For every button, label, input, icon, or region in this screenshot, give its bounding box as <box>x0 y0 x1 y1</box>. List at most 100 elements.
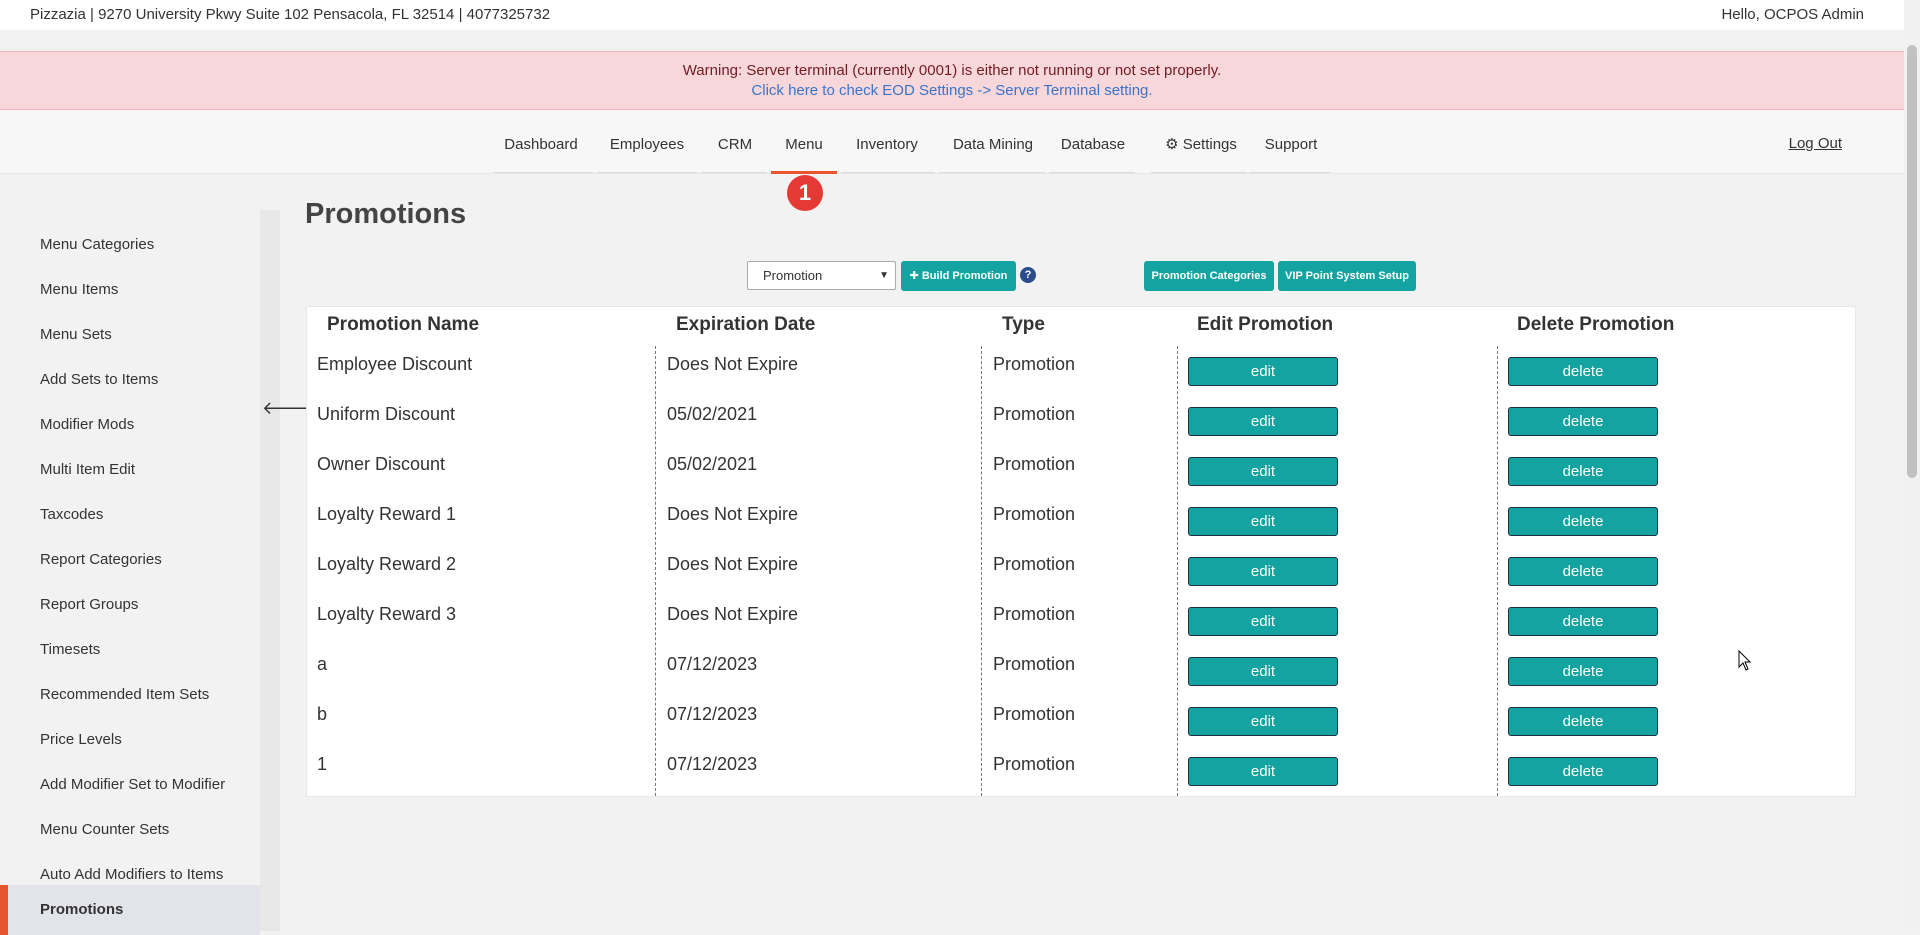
expiration-date-cell: 07/12/2023 <box>667 654 758 674</box>
expiration-date-cell: 05/02/2021 <box>667 454 758 474</box>
sidebar-item-menu-items[interactable]: Menu Items <box>0 270 260 310</box>
delete-promotion-button[interactable]: delete <box>1508 507 1658 536</box>
promotion-categories-button[interactable]: Promotion Categories <box>1144 261 1274 291</box>
nav-dashboard[interactable]: Dashboard <box>493 110 589 174</box>
arrow-left-icon[interactable]: 🡐 <box>262 398 310 419</box>
type-cell: Promotion <box>993 704 1076 724</box>
nav-employees[interactable]: Employees <box>601 110 693 174</box>
delete-promotion-button[interactable]: delete <box>1508 657 1658 686</box>
question-icon[interactable]: ? <box>1020 267 1036 283</box>
nav-inventory[interactable]: Inventory <box>845 110 929 174</box>
edit-promotion-button[interactable]: edit <box>1188 707 1338 736</box>
sidebar-item-menu-categories[interactable]: Menu Categories <box>0 225 260 265</box>
delete-promotion-button[interactable]: delete <box>1508 557 1658 586</box>
promotion-name-cell: b <box>317 704 328 724</box>
expiration-date-cell: 05/02/2021 <box>667 404 758 424</box>
page-title: Promotions <box>305 198 467 230</box>
server-warning-banner: Warning: Server terminal (currently 0001… <box>0 51 1904 110</box>
build-promotion-button[interactable]: ✚ Build Promotion <box>901 261 1016 291</box>
expiration-date-cell: Does Not Expire <box>667 554 799 574</box>
expiration-date-cell: 07/12/2023 <box>667 704 758 724</box>
edit-promotion-button[interactable]: edit <box>1188 757 1338 786</box>
delete-promotion-button[interactable]: delete <box>1508 707 1658 736</box>
sidebar-gutter <box>260 210 280 931</box>
edit-promotion-button[interactable]: edit <box>1188 357 1338 386</box>
type-cell: Promotion <box>993 754 1076 774</box>
promotion-type-select[interactable]: Promotion ▼ <box>747 261 896 290</box>
promotion-name-cell: Loyalty Reward 2 <box>317 554 457 574</box>
eod-settings-link[interactable]: Click here to check EOD Settings -> Serv… <box>0 82 1904 99</box>
sidebar-item-timesets[interactable]: Timesets <box>0 630 260 670</box>
promotion-name-cell: Employee Discount <box>317 354 473 374</box>
plus-icon: ✚ <box>909 270 919 282</box>
expiration-date-cell: Does Not Expire <box>667 604 799 624</box>
nav-menu[interactable]: Menu <box>771 110 837 174</box>
delete-promotion-button[interactable]: delete <box>1508 357 1658 386</box>
edit-promotion-button[interactable]: edit <box>1188 457 1338 486</box>
scroll-thumb[interactable] <box>1907 45 1917 478</box>
expiration-date-cell: Does Not Expire <box>667 504 799 524</box>
type-cell: Promotion <box>993 354 1076 374</box>
gear-icon: ⚙ <box>1165 136 1179 153</box>
top-bar: Pizzazia | 9270 University Pkwy Suite 10… <box>0 0 1904 30</box>
expiration-date-cell: Does Not Expire <box>667 354 799 374</box>
promotion-name-cell: Loyalty Reward 1 <box>317 504 457 524</box>
page-scrollbar[interactable] <box>1904 0 1920 931</box>
chevron-down-icon: ▼ <box>879 270 889 281</box>
edit-promotion-button[interactable]: edit <box>1188 557 1338 586</box>
header-edit-promotion: Edit Promotion <box>1197 314 1334 335</box>
type-cell: Promotion <box>993 404 1076 424</box>
user-greeting: Hello, OCPOS Admin <box>1721 6 1864 23</box>
promotion-name-cell: a <box>317 654 328 674</box>
nav-crm[interactable]: CRM <box>705 110 765 174</box>
sidebar-item-menu-sets[interactable]: Menu Sets <box>0 315 260 355</box>
nav-data-mining[interactable]: Data Mining <box>943 110 1043 174</box>
delete-promotion-button[interactable]: delete <box>1508 757 1658 786</box>
sidebar-item-add-sets-to-items[interactable]: Add Sets to Items <box>0 360 260 400</box>
column-divider <box>1177 346 1178 796</box>
nav-settings-label: Settings <box>1182 136 1237 153</box>
promotion-name-cell: Loyalty Reward 3 <box>317 604 457 624</box>
sidebar-item-price-levels[interactable]: Price Levels <box>0 720 260 760</box>
sidebar-item-report-categories[interactable]: Report Categories <box>0 540 260 580</box>
promotion-name-cell: 1 <box>317 754 328 774</box>
type-cell: Promotion <box>993 504 1076 524</box>
type-cell: Promotion <box>993 454 1076 474</box>
edit-promotion-button[interactable]: edit <box>1188 507 1338 536</box>
edit-promotion-button[interactable]: edit <box>1188 407 1338 436</box>
main-nav: Dashboard Employees CRM Menu Inventory D… <box>0 110 1904 174</box>
nav-database[interactable]: Database <box>1053 110 1133 174</box>
delete-promotion-button[interactable]: delete <box>1508 457 1658 486</box>
mouse-cursor-icon <box>1738 650 1752 671</box>
sidebar-item-report-groups[interactable]: Report Groups <box>0 585 260 625</box>
sidebar-item-add-modifier-set[interactable]: Add Modifier Set to Modifier <box>0 765 260 805</box>
edit-promotion-button[interactable]: edit <box>1188 657 1338 686</box>
build-promotion-label: Build Promotion <box>921 270 1008 282</box>
promotion-type-value: Promotion <box>763 268 823 283</box>
sidebar-item-multi-item-edit[interactable]: Multi Item Edit <box>0 450 260 490</box>
nav-settings[interactable]: ⚙ Settings <box>1155 110 1247 174</box>
header-promotion-name: Promotion Name <box>327 314 480 335</box>
delete-promotion-button[interactable]: delete <box>1508 407 1658 436</box>
column-divider <box>1497 346 1498 796</box>
sidebar-item-modifier-mods[interactable]: Modifier Mods <box>0 405 260 445</box>
edit-promotion-button[interactable]: edit <box>1188 607 1338 636</box>
type-cell: Promotion <box>993 554 1076 574</box>
sidebar-item-promotions[interactable]: Promotions <box>0 885 260 935</box>
promotion-name-cell: Owner Discount <box>317 454 446 474</box>
store-info: Pizzazia | 9270 University Pkwy Suite 10… <box>30 6 551 23</box>
logout-link[interactable]: Log Out <box>1789 135 1842 152</box>
sidebar: Menu Categories Menu Items Menu Sets Add… <box>0 210 260 935</box>
sidebar-item-taxcodes[interactable]: Taxcodes <box>0 495 260 535</box>
type-cell: Promotion <box>993 654 1076 674</box>
delete-promotion-button[interactable]: delete <box>1508 607 1658 636</box>
column-divider <box>655 346 656 796</box>
vip-point-setup-button[interactable]: VIP Point System Setup <box>1278 261 1416 291</box>
header-delete-promotion: Delete Promotion <box>1517 314 1675 335</box>
sidebar-item-recommended-item-sets[interactable]: Recommended Item Sets <box>0 675 260 715</box>
header-expiration-date: Expiration Date <box>676 314 816 335</box>
nav-support[interactable]: Support <box>1253 110 1329 174</box>
type-cell: Promotion <box>993 604 1076 624</box>
sidebar-item-menu-counter-sets[interactable]: Menu Counter Sets <box>0 810 260 850</box>
column-divider <box>981 346 982 796</box>
